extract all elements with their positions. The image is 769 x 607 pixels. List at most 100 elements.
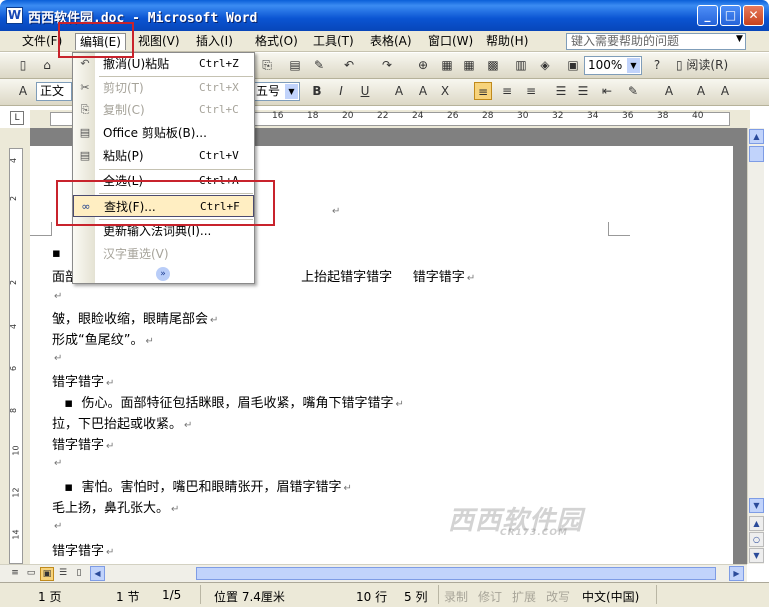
scroll-right-icon[interactable]: ▶ [729, 566, 744, 581]
chevron-down-icon[interactable]: ▼ [627, 58, 640, 73]
italic-icon[interactable]: I [332, 82, 350, 100]
menu-item-label: 复制(C) [103, 103, 145, 117]
horizontal-scrollbar[interactable]: ≡ ▭ ▣ ☰ ▯ ◀ ▶ [0, 564, 747, 582]
bullets-icon[interactable]: ☰ [574, 82, 592, 100]
vertical-scrollbar[interactable]: ▲ ▼ ▲ ○ ▼ [747, 128, 764, 564]
next-page-icon[interactable]: ▼ [749, 548, 764, 563]
font-color-icon[interactable]: A [660, 82, 678, 100]
scroll-up-icon[interactable]: ▲ [749, 129, 764, 144]
menu-item-cut[interactable]: ✂ 剪切(T) Ctrl+X [73, 77, 254, 99]
numbering-icon[interactable]: ☰ [552, 82, 570, 100]
open-folder-icon[interactable]: ⌂ [38, 56, 56, 74]
undo-icon: ↶ [80, 57, 90, 70]
menu-window[interactable]: 窗口(W) [424, 33, 477, 50]
expand-menu-icon[interactable]: » [156, 267, 170, 281]
grow-font-icon[interactable]: A [692, 82, 710, 100]
insert-table-icon[interactable]: ▦ [460, 56, 478, 74]
web-view-icon[interactable]: ▭ [24, 567, 38, 581]
close-button[interactable]: ✕ [743, 5, 764, 26]
horizontal-scroll-thumb[interactable] [196, 567, 716, 580]
drawing-icon[interactable]: ◈ [536, 56, 554, 74]
char-scale-icon[interactable]: X [436, 82, 454, 100]
doc-line[interactable]: 错字错字 ↵ [52, 540, 114, 559]
minimize-button[interactable]: _ [697, 5, 718, 26]
ruler-strip [9, 148, 23, 564]
doc-line[interactable]: ↵ [52, 350, 62, 365]
doc-line[interactable]: ▪ 害怕。害怕时，嘴巴和眼睛张开，眉错字错字 ↵ [52, 476, 351, 495]
menu-item-copy[interactable]: ⎘ 复制(C) Ctrl+C [73, 99, 254, 121]
bold-icon[interactable]: B [308, 82, 326, 100]
status-record[interactable]: 录制 [444, 588, 468, 605]
menu-format[interactable]: 格式(O) [251, 33, 302, 50]
menu-tools[interactable]: 工具(T) [309, 33, 358, 50]
doc-line[interactable]: 形成“鱼尾纹”。 ↵ [52, 329, 154, 348]
format-painter-icon[interactable]: ✎ [310, 56, 328, 74]
align-right-icon[interactable]: ≡ [522, 82, 540, 100]
copy-icon[interactable]: ⎘ [258, 56, 276, 74]
reading-view-icon[interactable]: ▯ [72, 567, 86, 581]
scroll-thumb[interactable] [749, 146, 764, 162]
doc-line[interactable]: ▪ [52, 246, 61, 261]
char-border-icon[interactable]: A [390, 82, 408, 100]
menu-insert[interactable]: 插入(I) [192, 33, 237, 50]
word-app-icon[interactable]: W [6, 7, 23, 24]
read-button[interactable]: ▯ 阅读(R) [676, 56, 746, 74]
previous-page-icon[interactable]: ▲ [749, 516, 764, 531]
align-left-icon[interactable]: ≡ [474, 82, 492, 100]
scroll-down-icon[interactable]: ▼ [749, 498, 764, 513]
status-line: 10 行 [356, 590, 388, 604]
styles-pane-icon[interactable]: A [14, 82, 32, 100]
status-overtype[interactable]: 改写 [546, 588, 570, 605]
underline-icon[interactable]: U [356, 82, 374, 100]
document-map-icon[interactable]: ▣ [564, 56, 582, 74]
help-icon[interactable]: ? [648, 56, 666, 74]
highlight-icon[interactable]: ✎ [624, 82, 642, 100]
doc-line[interactable]: ↵ [52, 518, 62, 533]
status-extend[interactable]: 扩展 [512, 588, 536, 605]
select-browse-object-icon[interactable]: ○ [749, 532, 764, 547]
new-document-icon[interactable]: ▯ [14, 56, 32, 74]
tab-selector-icon[interactable]: L [10, 111, 24, 125]
maximize-button[interactable]: □ [720, 5, 741, 26]
menu-table[interactable]: 表格(A) [366, 33, 416, 50]
menu-item-reconvert[interactable]: 汉字重选(V) [73, 243, 254, 265]
menu-view[interactable]: 视图(V) [134, 33, 184, 50]
shrink-font-icon[interactable]: A [716, 82, 734, 100]
undo-icon[interactable]: ↶ [340, 56, 358, 74]
menu-help[interactable]: 帮助(H) [482, 33, 532, 50]
doc-line[interactable]: 错字错字 ↵ [52, 434, 114, 453]
char-shading-icon[interactable]: A [414, 82, 432, 100]
outline-view-icon[interactable]: ☰ [56, 567, 70, 581]
print-view-icon[interactable]: ▣ [40, 567, 54, 581]
help-search-input[interactable]: 键入需要帮助的问题 [566, 33, 746, 50]
align-center-icon[interactable]: ≡ [498, 82, 516, 100]
scroll-left-icon[interactable]: ◀ [90, 566, 105, 581]
menu-item-shortcut: Ctrl+Z [199, 57, 239, 70]
menu-item-office-clipboard[interactable]: ▤ Office 剪贴板(B)... [73, 122, 254, 144]
doc-line[interactable]: ↵ [52, 288, 62, 303]
columns-icon[interactable]: ▥ [512, 56, 530, 74]
status-track-changes[interactable]: 修订 [478, 588, 502, 605]
hyperlink-icon[interactable]: ⊕ [414, 56, 432, 74]
doc-line[interactable]: ▪ 伤心。面部特征包括眯眼，眉毛收紧，嘴角下错字错字 ↵ [52, 392, 403, 411]
chevron-down-icon[interactable]: ▼ [285, 84, 298, 99]
tables-borders-icon[interactable]: ▦ [438, 56, 456, 74]
zoom-select[interactable]: 100% ▼ [584, 56, 642, 75]
doc-line[interactable]: 毛上扬，鼻孔张大。 ↵ [52, 497, 179, 516]
doc-line[interactable]: 拉，下巴抬起或收紧。 ↵ [52, 413, 192, 432]
vertical-ruler[interactable]: 4 2 2 4 6 8 10 12 14 [0, 128, 30, 564]
doc-line[interactable]: 皱，眼睑收缩，眼睛尾部会 ↵ [52, 308, 218, 327]
doc-line[interactable]: 错字错字 ↵ [52, 371, 114, 390]
normal-view-icon[interactable]: ≡ [8, 567, 22, 581]
doc-line[interactable]: ↵ [52, 455, 62, 470]
redo-icon[interactable]: ↷ [378, 56, 396, 74]
paste-icon[interactable]: ▤ [286, 56, 304, 74]
help-dropdown-icon[interactable]: ▼ [736, 34, 743, 44]
style-select[interactable]: 正文 [36, 82, 72, 101]
ruler-tick: 14 [11, 529, 21, 540]
watermark-logo: 西西软件园 CR173.COM [448, 500, 583, 538]
menu-item-paste[interactable]: ▤ 粘贴(P) Ctrl+V [73, 145, 254, 167]
decrease-indent-icon[interactable]: ⇤ [598, 82, 616, 100]
insert-excel-icon[interactable]: ▩ [484, 56, 502, 74]
font-size-select[interactable]: 五号 ▼ [252, 82, 300, 101]
